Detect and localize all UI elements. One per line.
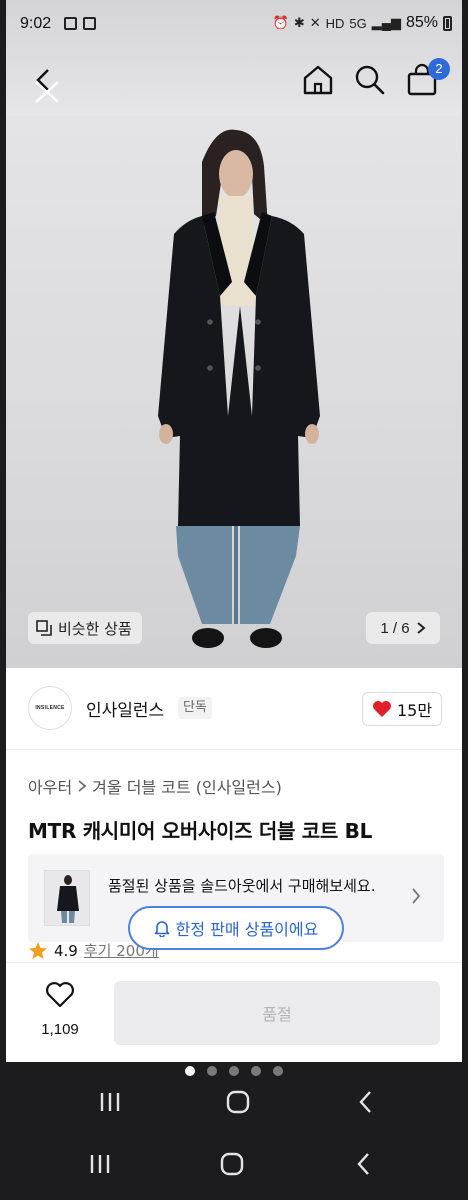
image-page-indicator[interactable]: 1 / 6: [366, 612, 440, 644]
back-nav-button[interactable]: [346, 1084, 386, 1120]
alarm-icon: ⏰: [272, 15, 289, 30]
bluetooth-icon: ✱: [293, 15, 305, 30]
breadcrumb: 아우터 겨울 더블 코트 (인사일런스): [28, 774, 282, 798]
heart-outline-icon: [46, 982, 74, 1008]
page-dot: [229, 1066, 239, 1076]
status-indicators: ⏰ ✱ ✕ HD 5G ▂▄▆ 85%: [273, 14, 452, 32]
recents-button[interactable]: [80, 1146, 120, 1182]
chevron-right-icon: [412, 888, 421, 904]
system-nav-bar: [0, 1078, 468, 1126]
recents-icon: [90, 1155, 110, 1173]
mute-icon: ✕: [309, 15, 321, 30]
screen: 9:02 ⏰ ✱ ✕ HD 5G ▂▄▆ 85% 2 비슷한 상품 1 / 6 …: [0, 0, 468, 1200]
back-chevron-icon: [357, 1153, 369, 1175]
battery-icon: [443, 15, 452, 31]
home-circle-icon: [220, 1152, 244, 1176]
soldout-message: 품절된 상품을 솔드아웃에서 구매해보세요.: [108, 877, 376, 895]
star-icon: [29, 941, 47, 959]
cart-button[interactable]: 2: [404, 58, 450, 98]
gallery-icon: [64, 17, 77, 30]
page-dot: [207, 1066, 217, 1076]
limited-sale-label: 한정 판매 상품이에요: [175, 920, 319, 939]
battery-percent: 85%: [405, 14, 438, 31]
system-nav-bar-secondary: [0, 1140, 468, 1196]
rating-value: 4.9: [54, 941, 78, 960]
home-circle-icon: [226, 1090, 250, 1114]
brand-like-count: 15만: [396, 701, 433, 720]
similar-products-button[interactable]: 비슷한 상품: [28, 612, 142, 644]
status-bar: 9:02 ⏰ ✱ ✕ HD 5G ▂▄▆ 85%: [6, 0, 462, 52]
back-icon: [35, 69, 59, 103]
page-dot: [273, 1066, 283, 1076]
similar-products-label: 비슷한 상품: [58, 619, 132, 638]
wishlist-button[interactable]: 1,109: [32, 981, 88, 1043]
home-button[interactable]: [300, 62, 336, 98]
notification-icons: [64, 17, 96, 30]
page-indicator-label: 1 / 6: [380, 619, 410, 637]
limited-sale-notice[interactable]: 한정 판매 상품이에요: [128, 906, 344, 950]
heart-filled-icon: [372, 701, 391, 717]
hd-icon: HD: [325, 15, 345, 31]
top-navigation: 2: [6, 52, 462, 116]
chevron-right-icon: [416, 622, 426, 634]
home-nav-button[interactable]: [218, 1084, 258, 1120]
bottom-action-bar: 1,109 품절: [6, 962, 462, 1062]
product-image-carousel[interactable]: 비슷한 상품 1 / 6: [6, 116, 462, 668]
breadcrumb-item[interactable]: 아우터: [28, 774, 72, 798]
thumbnail-image: [57, 875, 79, 923]
brand-logo[interactable]: INSILENCE: [28, 686, 72, 730]
buy-button-soldout[interactable]: 품절: [114, 981, 440, 1045]
page-dot: [185, 1066, 195, 1076]
recents-icon: [100, 1093, 120, 1111]
status-time: 9:02: [20, 15, 52, 32]
back-button[interactable]: [30, 66, 64, 104]
recents-button[interactable]: [90, 1084, 130, 1120]
signal-icon: ▂▄▆: [371, 15, 401, 30]
copy-icon: [36, 620, 52, 636]
cart-count-badge: 2: [428, 58, 450, 80]
home-nav-button[interactable]: [212, 1146, 252, 1182]
check-icon: [83, 17, 96, 30]
app-window: 9:02 ⏰ ✱ ✕ HD 5G ▂▄▆ 85% 2 비슷한 상품 1 / 6 …: [6, 0, 462, 1062]
network-icon: 5G: [349, 15, 367, 31]
brand-like-button[interactable]: 15만: [362, 692, 442, 726]
search-icon: [355, 65, 385, 95]
back-chevron-icon: [359, 1091, 371, 1113]
bell-icon: [154, 921, 169, 937]
search-button[interactable]: [352, 62, 388, 98]
chevron-right-icon: [78, 780, 87, 792]
product-title: MTR 캐시미어 오버사이즈 더블 코트 BL: [28, 819, 373, 843]
exclusive-tag: 단독: [178, 697, 212, 719]
brand-row[interactable]: INSILENCE 인사일런스 단독 15만: [6, 668, 462, 750]
page-dot: [251, 1066, 261, 1076]
wishlist-count: 1,109: [41, 1021, 79, 1038]
back-nav-button[interactable]: [344, 1146, 384, 1182]
product-photo: [158, 129, 320, 648]
brand-name[interactable]: 인사일런스: [86, 696, 164, 721]
breadcrumb-item[interactable]: 겨울 더블 코트 (인사일런스): [92, 774, 282, 798]
home-icon: [303, 65, 333, 95]
product-thumbnail: [44, 870, 90, 926]
